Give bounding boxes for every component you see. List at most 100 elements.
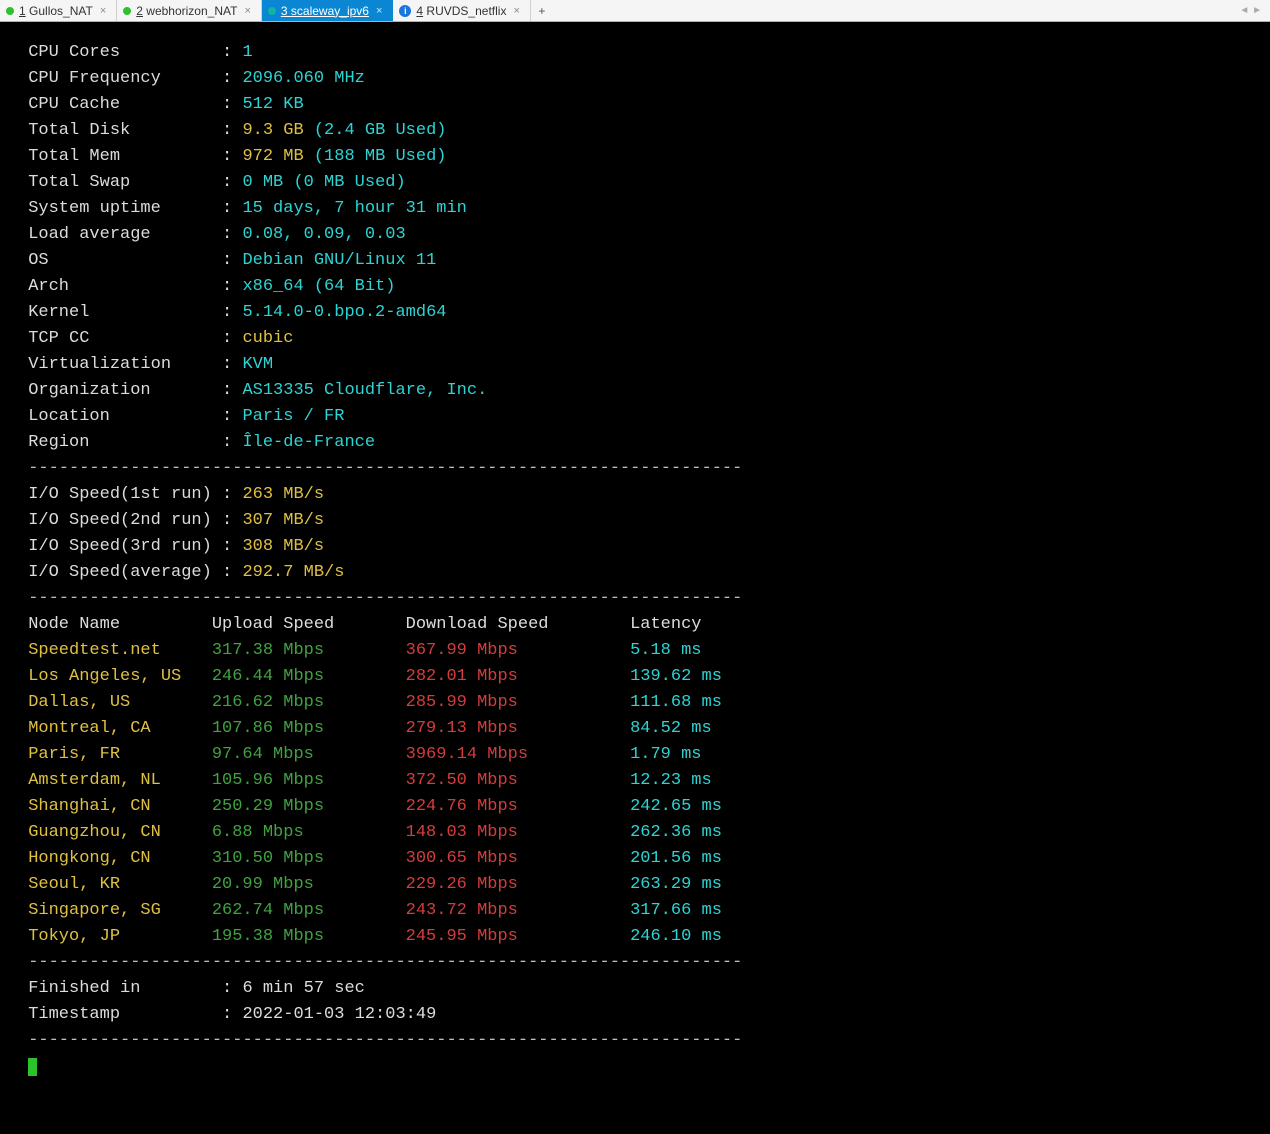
- io-row: I/O Speed(3rd run): 308 MB/s: [18, 534, 1252, 560]
- sysinfo-value: Paris / FR: [242, 407, 344, 426]
- prompt-line: [18, 1054, 1252, 1080]
- sysinfo-row: Kernel: 5.14.0-0.bpo.2-amd64: [18, 300, 1252, 326]
- speed-upload: 310.50 Mbps: [212, 846, 406, 872]
- sysinfo-row: CPU Cores: 1: [18, 40, 1252, 66]
- sysinfo-value: Debian GNU/Linux 11: [242, 251, 436, 270]
- speed-download: 282.01 Mbps: [406, 664, 630, 690]
- sysinfo-value: 15 days, 7 hour 31 min: [242, 199, 466, 218]
- speed-row: Seoul, KR20.99 Mbps229.26 Mbps263.29 ms: [18, 872, 1252, 898]
- status-dot-icon: [268, 7, 276, 15]
- sysinfo-row: Region: Île-de-France: [18, 430, 1252, 456]
- sysinfo-label: Total Disk: [28, 118, 222, 144]
- speed-download: 3969.14 Mbps: [406, 742, 630, 768]
- speed-download: 229.26 Mbps: [406, 872, 630, 898]
- close-icon[interactable]: ×: [374, 5, 384, 17]
- sysinfo-label: Region: [28, 430, 222, 456]
- sysinfo-label: Organization: [28, 378, 222, 404]
- col-header-node: Node Name: [28, 612, 212, 638]
- sysinfo-row: Load average: 0.08, 0.09, 0.03: [18, 222, 1252, 248]
- tab-label: 4 RUVDS_netflix: [416, 4, 506, 18]
- io-value: 307 MB/s: [242, 511, 324, 530]
- sysinfo-value: Île-de-France: [242, 433, 375, 452]
- speed-latency: 242.65 ms: [630, 794, 722, 820]
- speed-upload: 97.64 Mbps: [212, 742, 406, 768]
- speed-download: 279.13 Mbps: [406, 716, 630, 742]
- sysinfo-label: Total Swap: [28, 170, 222, 196]
- close-icon[interactable]: ×: [98, 5, 108, 17]
- divider-line: ----------------------------------------…: [18, 1028, 1252, 1054]
- io-value: 308 MB/s: [242, 537, 324, 556]
- sysinfo-row: CPU Frequency: 2096.060 MHz: [18, 66, 1252, 92]
- divider-line: ----------------------------------------…: [18, 586, 1252, 612]
- speed-node: Los Angeles, US: [28, 664, 212, 690]
- tab-scroll-arrows[interactable]: ◄ ►: [1231, 0, 1270, 21]
- status-dot-icon: [123, 7, 131, 15]
- footer-value: 2022-01-03 12:03:49: [242, 1005, 436, 1024]
- sysinfo-label: Location: [28, 404, 222, 430]
- speed-download: 367.99 Mbps: [406, 638, 630, 664]
- divider: ----------------------------------------…: [28, 589, 742, 608]
- tab-gullos-nat[interactable]: 1 Gullos_NAT×: [0, 0, 117, 21]
- io-value: 263 MB/s: [242, 485, 324, 504]
- io-label: I/O Speed(average): [28, 560, 222, 586]
- sysinfo-row: TCP CC: cubic: [18, 326, 1252, 352]
- col-header-latency: Latency: [630, 612, 701, 638]
- sysinfo-row: Arch: x86_64 (64 Bit): [18, 274, 1252, 300]
- speed-latency: 5.18 ms: [630, 638, 701, 664]
- speed-upload: 20.99 Mbps: [212, 872, 406, 898]
- footer-label: Timestamp: [28, 1002, 222, 1028]
- tab-ruvds-netflix[interactable]: i 4 RUVDS_netflix ×: [393, 0, 531, 21]
- sysinfo-value: 2096.060 MHz: [242, 69, 364, 88]
- sysinfo-label: TCP CC: [28, 326, 222, 352]
- io-label: I/O Speed(2nd run): [28, 508, 222, 534]
- sysinfo-label: System uptime: [28, 196, 222, 222]
- io-row: I/O Speed(average): 292.7 MB/s: [18, 560, 1252, 586]
- speed-latency: 246.10 ms: [630, 924, 722, 950]
- divider: ----------------------------------------…: [28, 1031, 742, 1050]
- tab-webhorizon-nat[interactable]: 2 webhorizon_NAT ×: [117, 0, 262, 21]
- sysinfo-row: Total Mem: 972 MB (188 MB Used): [18, 144, 1252, 170]
- speed-node: Dallas, US: [28, 690, 212, 716]
- divider: ----------------------------------------…: [28, 459, 742, 478]
- speed-upload: 246.44 Mbps: [212, 664, 406, 690]
- sysinfo-value: 1: [242, 43, 252, 62]
- speed-download: 245.95 Mbps: [406, 924, 630, 950]
- sysinfo-value: AS13335 Cloudflare, Inc.: [242, 381, 487, 400]
- speed-latency: 317.66 ms: [630, 898, 722, 924]
- cursor: [28, 1058, 37, 1076]
- sysinfo-value: 0 MB: [242, 173, 283, 192]
- speed-upload: 262.74 Mbps: [212, 898, 406, 924]
- speed-upload: 6.88 Mbps: [212, 820, 406, 846]
- io-label: I/O Speed(1st run): [28, 482, 222, 508]
- sysinfo-row: OS: Debian GNU/Linux 11: [18, 248, 1252, 274]
- speed-upload: 105.96 Mbps: [212, 768, 406, 794]
- speed-row: Shanghai, CN250.29 Mbps224.76 Mbps242.65…: [18, 794, 1252, 820]
- sysinfo-value: 0.08, 0.09, 0.03: [242, 225, 405, 244]
- footer-value: 6 min 57 sec: [242, 979, 364, 998]
- tab-scaleway-ipv6[interactable]: 3 scaleway_ipv6×: [262, 0, 394, 21]
- speed-node: Amsterdam, NL: [28, 768, 212, 794]
- speed-row: Singapore, SG262.74 Mbps243.72 Mbps317.6…: [18, 898, 1252, 924]
- new-tab-button[interactable]: +: [531, 0, 553, 21]
- close-icon[interactable]: ×: [511, 5, 521, 17]
- sysinfo-label: Virtualization: [28, 352, 222, 378]
- sysinfo-row: Location: Paris / FR: [18, 404, 1252, 430]
- speed-node: Hongkong, CN: [28, 846, 212, 872]
- sysinfo-row: CPU Cache: 512 KB: [18, 92, 1252, 118]
- sysinfo-row: Organization: AS13335 Cloudflare, Inc.: [18, 378, 1252, 404]
- sysinfo-label: Arch: [28, 274, 222, 300]
- io-value: 292.7 MB/s: [242, 563, 344, 582]
- info-icon: i: [399, 5, 411, 17]
- sysinfo-label: CPU Frequency: [28, 66, 222, 92]
- col-header-download: Download Speed: [406, 612, 630, 638]
- speed-row: Los Angeles, US246.44 Mbps282.01 Mbps139…: [18, 664, 1252, 690]
- tab-label: 2 webhorizon_NAT: [136, 4, 237, 18]
- close-icon[interactable]: ×: [242, 5, 252, 17]
- divider-line: ----------------------------------------…: [18, 950, 1252, 976]
- speed-header: Node NameUpload SpeedDownload SpeedLaten…: [18, 612, 1252, 638]
- footer-row: Finished in: 6 min 57 sec: [18, 976, 1252, 1002]
- sysinfo-value: 5.14.0-0.bpo.2-amd64: [242, 303, 446, 322]
- terminal-output[interactable]: CPU Cores: 1 CPU Frequency: 2096.060 MHz…: [0, 22, 1270, 1088]
- speed-latency: 84.52 ms: [630, 716, 712, 742]
- io-label: I/O Speed(3rd run): [28, 534, 222, 560]
